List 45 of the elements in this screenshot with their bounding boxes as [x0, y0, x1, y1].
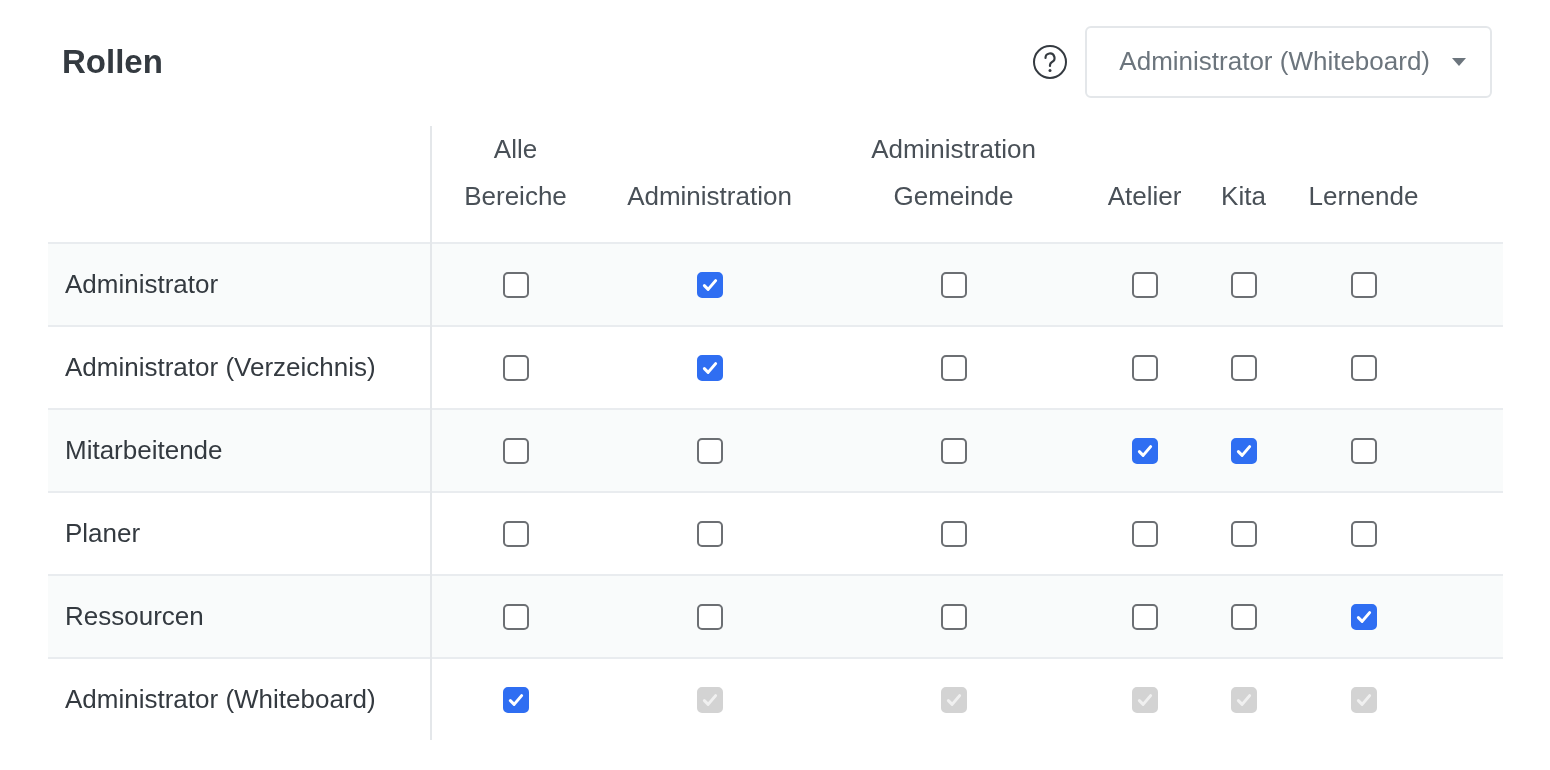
checkbox[interactable] — [502, 520, 529, 547]
checkbox[interactable] — [696, 354, 723, 381]
checkbox[interactable] — [1350, 520, 1377, 547]
checkbox[interactable] — [1350, 354, 1377, 381]
checkbox[interactable] — [1131, 437, 1158, 464]
checkbox[interactable] — [502, 271, 529, 298]
row-label: Administrator (Whiteboard) — [48, 658, 431, 740]
checkbox[interactable] — [502, 603, 529, 630]
checkbox[interactable] — [696, 603, 723, 630]
column-header: Atelier — [1087, 126, 1202, 243]
checkbox[interactable] — [696, 271, 723, 298]
checkbox[interactable] — [1230, 271, 1257, 298]
row-label: Mitarbeitende — [48, 409, 431, 492]
checkbox[interactable] — [502, 354, 529, 381]
checkbox[interactable] — [940, 271, 967, 298]
checkbox[interactable] — [1350, 437, 1377, 464]
help-icon[interactable] — [1032, 43, 1069, 80]
checkbox[interactable] — [1230, 437, 1257, 464]
checkbox[interactable] — [940, 603, 967, 630]
checkbox[interactable] — [940, 520, 967, 547]
checkbox[interactable] — [1131, 271, 1158, 298]
column-header: Administration Gemeinde — [820, 126, 1087, 243]
caret-icon — [1452, 57, 1466, 66]
column-header: Alle Bereiche — [431, 126, 599, 243]
checkbox[interactable] — [1350, 603, 1377, 630]
checkbox[interactable] — [1131, 603, 1158, 630]
checkbox[interactable] — [1350, 271, 1377, 298]
column-header: Kita — [1202, 126, 1285, 243]
checkbox[interactable] — [1230, 520, 1257, 547]
checkbox[interactable] — [502, 686, 529, 713]
row-label: Ressourcen — [48, 575, 431, 658]
checkbox[interactable] — [502, 437, 529, 464]
checkbox[interactable] — [696, 520, 723, 547]
row-label: Administrator — [48, 243, 431, 326]
role-dropdown[interactable]: Administrator (Whiteboard) — [1085, 25, 1492, 98]
checkbox[interactable] — [940, 437, 967, 464]
section-title: Rollen — [62, 42, 163, 81]
column-header: Administration — [599, 126, 820, 243]
checkbox[interactable] — [940, 354, 967, 381]
checkbox[interactable] — [1230, 354, 1257, 381]
checkbox[interactable] — [1230, 603, 1257, 630]
checkbox[interactable] — [1131, 520, 1158, 547]
column-header: Lernende — [1285, 126, 1442, 243]
checkbox[interactable] — [696, 437, 723, 464]
checkbox[interactable] — [1131, 354, 1158, 381]
